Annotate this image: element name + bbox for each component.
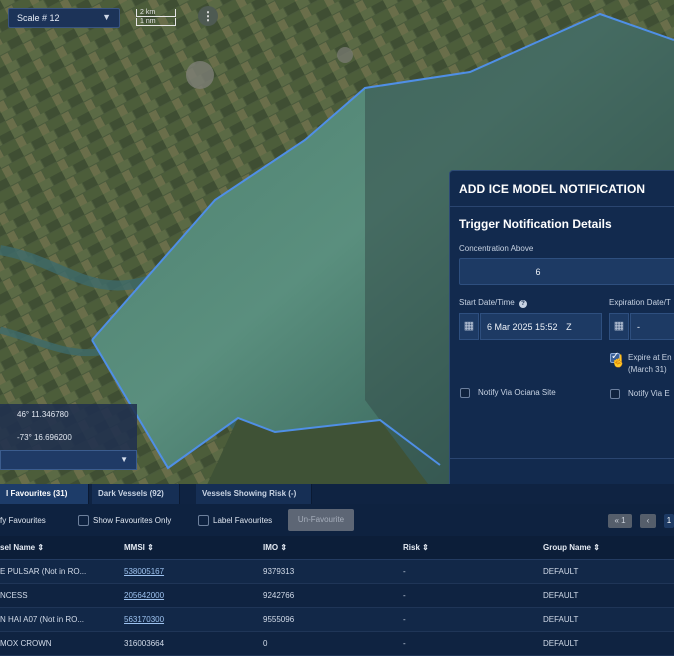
notify-favourites-label: fy Favourites: [0, 516, 46, 525]
column-group-name[interactable]: Group Name ⇕: [543, 543, 600, 552]
unfavourite-button[interactable]: Un-Favourite: [288, 509, 354, 531]
mmsi-link[interactable]: 205642000: [124, 591, 164, 600]
mmsi-value: 316003664: [124, 639, 165, 648]
group-name: DEFAULT: [543, 615, 579, 624]
mmsi-link[interactable]: 538005167: [124, 567, 164, 576]
vessel-name: N HAI A07 (Not in RO...: [0, 615, 85, 624]
notify-site-label: Notify Via Ociana Site: [478, 388, 556, 397]
table-row[interactable]: N HAI A07 (Not in RO... 563170300 955509…: [0, 608, 674, 632]
expire-at-end-label: Expire at En (March 31): [628, 352, 672, 376]
chevron-down-icon: ▼: [120, 455, 128, 464]
scale-bar: 2 km 1 nm: [136, 9, 176, 27]
longitude-text: -73° 16.696200: [17, 433, 72, 442]
vessel-name: MOX CROWN: [0, 639, 52, 648]
column-imo[interactable]: IMO ⇕: [263, 543, 287, 552]
expiration-date-label: Expiration Date/T: [609, 298, 671, 307]
notify-site-checkbox[interactable]: [460, 388, 470, 398]
risk-value: -: [403, 591, 406, 600]
mmsi-link[interactable]: 563170300: [124, 615, 164, 624]
group-name: DEFAULT: [543, 591, 579, 600]
risk-value: -: [403, 567, 406, 576]
start-date-label: Start Date/Time ?: [459, 298, 527, 308]
scale-label: Scale # 12: [17, 13, 60, 23]
vessel-tabs: l Favourites (31) Dark Vessels (92) Vess…: [0, 484, 674, 504]
concentration-label: Concentration Above: [459, 244, 534, 253]
vertical-dots-icon[interactable]: ⋮: [198, 6, 218, 26]
vessel-name: NCESS: [0, 591, 28, 600]
tab-vessels-risk[interactable]: Vessels Showing Risk (-): [196, 484, 312, 504]
imo-value: 9242766: [263, 591, 295, 600]
table-header: sel Name ⇕ MMSI ⇕ IMO ⇕ Risk ⇕ Group Nam…: [0, 536, 674, 560]
group-name: DEFAULT: [543, 567, 579, 576]
notify-email-checkbox[interactable]: [610, 389, 620, 399]
chevron-down-icon: ▼: [102, 12, 111, 22]
hand-cursor-icon: ☝: [611, 354, 626, 368]
scale-bar-km: 2 km: [136, 9, 176, 17]
table-toolbar: fy Favourites Show Favourites Only Label…: [0, 504, 674, 536]
table-row[interactable]: NCESS 205642000 9242766 - DEFAULT: [0, 584, 674, 608]
start-date-label-text: Start Date/Time: [459, 298, 515, 307]
tab-favourites[interactable]: l Favourites (31): [0, 484, 89, 504]
expire-at-end-text: Expire at En: [628, 353, 672, 362]
show-favourites-only-checkbox[interactable]: [78, 515, 89, 526]
group-name: DEFAULT: [543, 639, 579, 648]
first-page-button[interactable]: « 1: [608, 514, 632, 528]
expire-at-end-subtext: (March 31): [628, 365, 667, 374]
calendar-icon[interactable]: ▦: [609, 313, 629, 340]
start-date-input[interactable]: 6 Mar 2025 15:52 Z: [480, 313, 602, 340]
map-layer-select[interactable]: ▼: [0, 450, 137, 470]
column-vessel-name[interactable]: sel Name ⇕: [0, 543, 44, 552]
tab-dark-vessels[interactable]: Dark Vessels (92): [92, 484, 180, 504]
label-favourites-label: Label Favourites: [213, 516, 273, 525]
risk-value: -: [403, 615, 406, 624]
latitude-text: 46° 11.346780: [17, 410, 69, 419]
expiration-date-input[interactable]: -: [630, 313, 674, 340]
add-ice-model-notification-dialog: ADD ICE MODEL NOTIFICATION Trigger Notif…: [449, 170, 674, 495]
risk-value: -: [403, 639, 406, 648]
dialog-footer-divider: [450, 458, 674, 459]
section-title: Trigger Notification Details: [459, 217, 612, 231]
imo-value: 9555096: [263, 615, 295, 624]
prev-page-button[interactable]: ‹: [640, 514, 656, 528]
current-page-button[interactable]: 1: [664, 514, 674, 528]
help-icon[interactable]: ?: [518, 300, 527, 308]
dialog-title: ADD ICE MODEL NOTIFICATION: [450, 171, 674, 207]
concentration-input[interactable]: 6: [459, 258, 674, 285]
vessel-name: E PULSAR (Not in RO...: [0, 567, 87, 576]
imo-value: 9379313: [263, 567, 295, 576]
scale-select[interactable]: Scale # 12 ▼: [8, 8, 120, 28]
label-favourites-checkbox[interactable]: [198, 515, 209, 526]
start-date-tz: Z: [566, 322, 572, 332]
start-date-value: 6 Mar 2025 15:52: [487, 322, 558, 332]
column-risk[interactable]: Risk ⇕: [403, 543, 429, 552]
table-row[interactable]: MOX CROWN 316003664 0 - DEFAULT: [0, 632, 674, 656]
show-favourites-only-label: Show Favourites Only: [93, 516, 172, 525]
coordinate-readout: 46° 11.346780 -73° 16.696200: [0, 404, 137, 452]
scale-bar-nm: 1 nm: [136, 18, 176, 26]
notify-email-label: Notify Via E: [628, 389, 670, 398]
table-row[interactable]: E PULSAR (Not in RO... 538005167 9379313…: [0, 560, 674, 584]
column-mmsi[interactable]: MMSI ⇕: [124, 543, 154, 552]
imo-value: 0: [263, 639, 268, 648]
calendar-icon[interactable]: ▦: [459, 313, 479, 340]
